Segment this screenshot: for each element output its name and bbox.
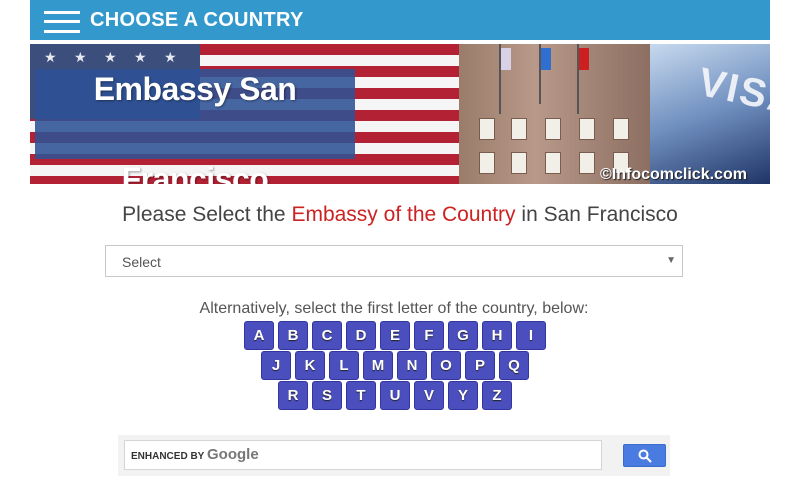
letter-button-p[interactable]: P xyxy=(465,351,495,380)
search-button[interactable] xyxy=(623,444,666,467)
letter-row-2: J K L M N O P Q xyxy=(0,351,790,380)
copyright-watermark: ©Infocomclick.com xyxy=(600,166,747,183)
banner-image: ★ ★ ★ ★ ★ VISA Embassy San Francisco ©In… xyxy=(30,44,770,184)
country-select-dropdown[interactable]: Select ▼ xyxy=(105,245,683,277)
visa-document-image: VISA xyxy=(650,44,770,184)
letter-button-v[interactable]: V xyxy=(414,381,444,410)
hamburger-menu-icon[interactable] xyxy=(44,9,80,33)
letter-button-l[interactable]: L xyxy=(329,351,359,380)
banner-title: Embassy San Francisco xyxy=(93,71,297,184)
letter-button-u[interactable]: U xyxy=(380,381,410,410)
google-custom-search: ENHANCED BY Google xyxy=(118,435,670,476)
letter-button-i[interactable]: I xyxy=(516,321,546,350)
letter-row-1: A B C D E F G H I xyxy=(0,321,790,350)
page-heading: Please Select the Embassy of the Country… xyxy=(0,203,800,227)
letter-button-s[interactable]: S xyxy=(312,381,342,410)
letter-button-h[interactable]: H xyxy=(482,321,512,350)
visa-text: VISA xyxy=(694,59,770,125)
letter-button-n[interactable]: N xyxy=(397,351,427,380)
alphabet-prompt: Alternatively, select the first letter o… xyxy=(199,300,589,317)
top-navigation-bar: CHOOSE A COUNTRY xyxy=(30,0,770,40)
letter-button-t[interactable]: T xyxy=(346,381,376,410)
letter-button-m[interactable]: M xyxy=(363,351,393,380)
google-logo: Google xyxy=(207,446,259,463)
choose-country-title[interactable]: CHOOSE A COUNTRY xyxy=(90,8,304,32)
letter-button-c[interactable]: C xyxy=(312,321,342,350)
letter-button-y[interactable]: Y xyxy=(448,381,478,410)
letter-button-r[interactable]: R xyxy=(278,381,308,410)
letter-button-b[interactable]: B xyxy=(278,321,308,350)
letter-row-3: R S T U V Y Z xyxy=(0,381,790,410)
embassy-building-image xyxy=(459,44,650,184)
letter-button-a[interactable]: A xyxy=(244,321,274,350)
letter-button-f[interactable]: F xyxy=(414,321,444,350)
letter-button-k[interactable]: K xyxy=(295,351,325,380)
dropdown-arrow-icon: ▼ xyxy=(666,255,676,266)
heading-suffix: in San Francisco xyxy=(515,203,678,226)
heading-prefix: Please Select the xyxy=(122,203,292,226)
letter-button-o[interactable]: O xyxy=(431,351,461,380)
select-label: Select xyxy=(122,254,161,270)
enhanced-by-label: ENHANCED BY xyxy=(131,451,205,462)
search-icon xyxy=(638,449,652,463)
letter-button-j[interactable]: J xyxy=(261,351,291,380)
letter-button-g[interactable]: G xyxy=(448,321,478,350)
letter-button-d[interactable]: D xyxy=(346,321,376,350)
search-input[interactable]: ENHANCED BY Google xyxy=(124,440,602,470)
letter-button-e[interactable]: E xyxy=(380,321,410,350)
heading-accent: Embassy of the Country xyxy=(291,203,516,226)
letter-button-q[interactable]: Q xyxy=(499,351,529,380)
letter-button-z[interactable]: Z xyxy=(482,381,512,410)
